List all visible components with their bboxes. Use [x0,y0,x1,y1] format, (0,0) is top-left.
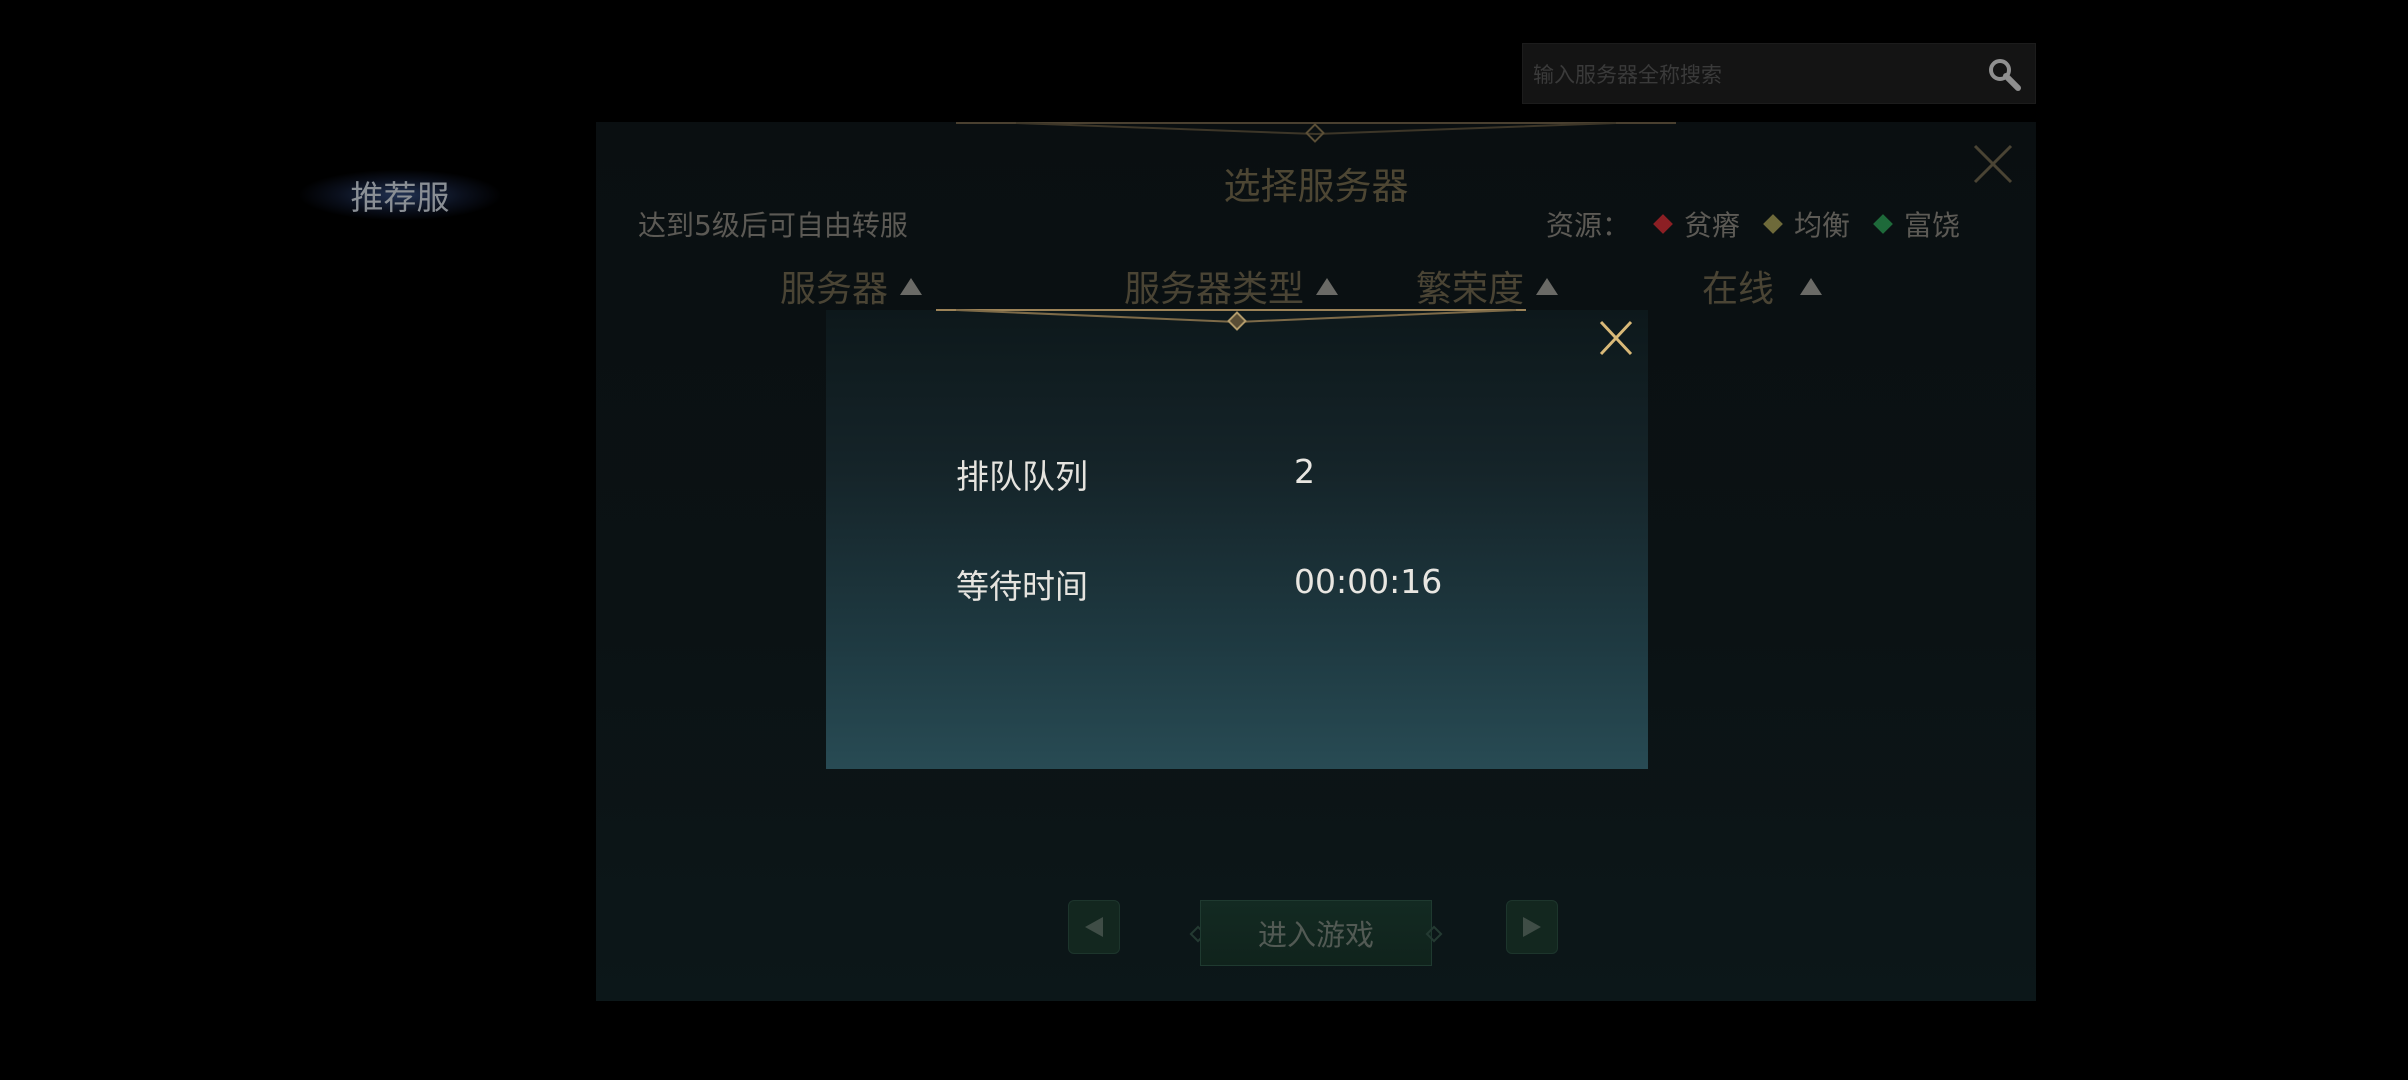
panel-top-ornament [956,122,1676,143]
sidebar-item-recommended[interactable]: 推荐服 [300,164,500,226]
server-search-input[interactable] [1531,44,1975,105]
close-icon[interactable] [1598,318,1634,358]
enter-game-button[interactable]: 进入游戏 [1200,900,1432,966]
arrow-left-icon [1085,917,1103,937]
legend-item-poor: 贫瘠 [1653,204,1740,244]
close-icon[interactable] [1971,142,2015,186]
queue-dialog: 排队队列 2 等待时间 00:00:16 [826,309,1648,769]
wait-time-label: 等待时间 [956,567,1088,606]
resource-legend: 资源： 贫瘠 均衡 富饶 [1546,204,1960,244]
transfer-hint: 达到5级后可自由转服 [638,209,908,242]
diamond-icon [1873,214,1893,234]
sort-arrow-icon [1536,277,1559,295]
sort-arrow-icon [1800,277,1823,295]
server-search-box [1522,43,2036,105]
sort-arrow-icon [1316,277,1339,295]
dialog-top-ornament [936,309,1526,331]
column-online[interactable]: 在线 [1702,260,1823,312]
sort-arrow-icon [900,277,923,295]
diamond-icon [1763,214,1783,234]
prev-page-button[interactable] [1068,900,1120,954]
queue-position-value: 2 [1294,452,1315,491]
diamond-icon [1653,214,1673,234]
legend-label: 资源： [1546,209,1631,242]
arrow-right-icon [1523,917,1541,937]
game-screen: 推荐服 选择服务器 达到5级后可自由转服 资源： 贫瘠 均衡 [0,0,2408,1080]
queue-position-label: 排队队列 [956,457,1088,496]
legend-item-balanced: 均衡 [1763,204,1850,244]
search-icon[interactable] [1987,57,2021,91]
panel-title: 选择服务器 [1223,165,1409,208]
sidebar-item-label: 推荐服 [350,178,450,217]
legend-item-rich: 富饶 [1873,204,1960,244]
wait-time-value: 00:00:16 [1294,562,1443,601]
next-page-button[interactable] [1506,900,1558,954]
